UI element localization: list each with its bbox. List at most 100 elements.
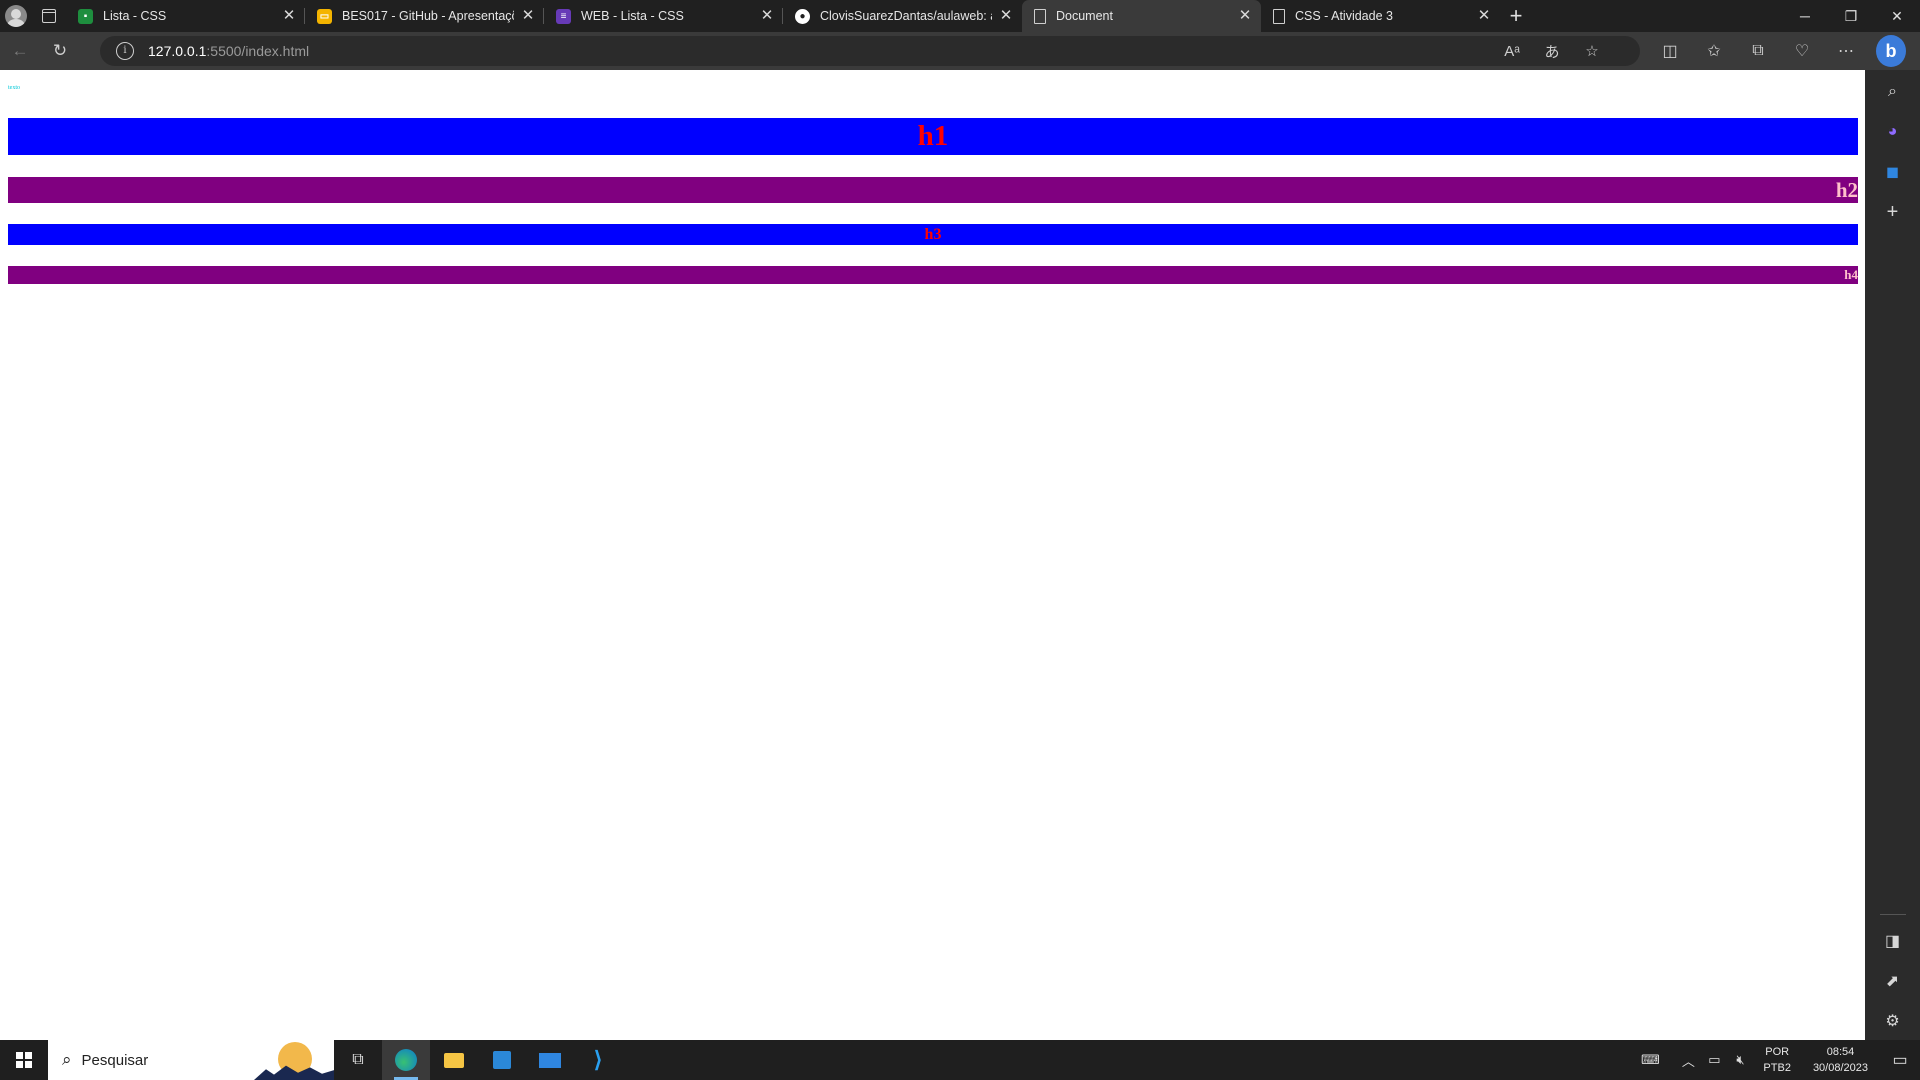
network-icon[interactable]: ▭: [1701, 1052, 1727, 1068]
sidebar-divider: [1880, 914, 1906, 915]
page-viewport: texto h1 h2 h3 h4: [0, 70, 1865, 1040]
edge-taskbar-button[interactable]: [382, 1040, 430, 1080]
language-code: POR: [1765, 1046, 1790, 1058]
clock-time: 08:54: [1826, 1046, 1855, 1058]
tab-actions-icon: [42, 9, 56, 23]
store-button[interactable]: [478, 1040, 526, 1080]
tab-title: CSS - Atividade 3: [1295, 9, 1393, 23]
tab-web-lista-css[interactable]: ≡ WEB - Lista - CSS ✕: [544, 0, 783, 32]
bing-copilot-icon[interactable]: b: [1876, 35, 1906, 67]
search-highlight-image: [254, 1040, 334, 1080]
tiny-text: texto: [8, 85, 20, 91]
search-icon: ⌕: [62, 1050, 72, 1069]
close-tab-icon[interactable]: ✕: [1237, 8, 1253, 24]
new-tab-button[interactable]: +: [1500, 0, 1532, 32]
sidebar-outlook-icon[interactable]: ◼: [1865, 152, 1920, 192]
restore-button[interactable]: ❐: [1828, 0, 1874, 32]
tab-css-atividade-3[interactable]: CSS - Atividade 3 ✕: [1261, 0, 1500, 32]
favorites-icon[interactable]: ✩: [1692, 41, 1736, 61]
more-menu-icon[interactable]: ⋯: [1824, 41, 1868, 61]
toolbar-right-icons: ◫ ✩ ⧉ ♡ ⋯: [1648, 32, 1868, 70]
page-icon: [1273, 8, 1285, 24]
yellow-slides-icon: ▭: [317, 8, 332, 24]
browser-essentials-icon[interactable]: ♡: [1780, 41, 1824, 61]
read-aloud-icon[interactable]: Aᵃ: [1492, 43, 1532, 60]
windows-logo-icon: [16, 1052, 32, 1068]
close-tab-icon[interactable]: ✕: [520, 8, 536, 24]
system-tray: ⌨ ︿ ▭ 🔇︎ POR PTB2 08:54 30/08/2023 ▭: [1625, 1040, 1920, 1080]
close-tab-icon[interactable]: ✕: [1476, 8, 1492, 24]
search-placeholder: Pesquisar: [81, 1051, 149, 1069]
language-indicator[interactable]: POR PTB2: [1763, 1044, 1791, 1076]
refresh-button[interactable]: ↻: [40, 32, 80, 70]
sidebar-search-icon[interactable]: ⌕: [1865, 72, 1920, 112]
window-controls: ─ ❐ ✕: [1782, 0, 1920, 32]
plus-icon: +: [1509, 3, 1523, 28]
notification-icon: ▭: [1892, 1052, 1908, 1069]
sidebar-settings-icon[interactable]: ⚙: [1865, 1001, 1920, 1041]
close-window-button[interactable]: ✕: [1874, 0, 1920, 32]
close-tab-icon[interactable]: ✕: [998, 8, 1014, 24]
store-icon: [493, 1051, 511, 1069]
task-view-button[interactable]: ⧉: [334, 1040, 382, 1080]
url-path: :5500/index.html: [206, 43, 310, 59]
url-host: 127.0.0.1: [148, 43, 207, 59]
sidebar-external-icon[interactable]: ⬈: [1865, 961, 1920, 1001]
heading-h1: h1: [8, 118, 1858, 155]
vscode-icon: ⟩: [593, 1047, 603, 1072]
close-tab-icon[interactable]: ✕: [759, 8, 775, 24]
tab-github-aulaweb[interactable]: ● ClovisSuarezDantas/aulaweb: aulas ✕: [783, 0, 1022, 32]
tab-strip: ▪ Lista - CSS ✕ ▭ BES017 - GitHub - Apre…: [0, 0, 1920, 32]
close-tab-icon[interactable]: ✕: [281, 8, 297, 24]
heading-h3: h3: [8, 224, 1858, 245]
refresh-icon: ↻: [52, 41, 68, 60]
mail-button[interactable]: [526, 1040, 574, 1080]
tab-document[interactable]: Document ✕: [1022, 0, 1261, 32]
github-icon: ●: [795, 8, 810, 24]
keyboard-layout: PTB2: [1763, 1062, 1791, 1074]
tab-actions-button[interactable]: [32, 0, 66, 32]
tab-title: WEB - Lista - CSS: [581, 9, 684, 23]
volume-muted-icon[interactable]: 🔇︎: [1727, 1052, 1753, 1068]
taskbar: ⌕ Pesquisar ⧉ ⟩ ⌨ ︿ ▭ 🔇︎ POR PTB2 08:54 …: [0, 1040, 1920, 1080]
green-sheet-icon: ▪: [78, 8, 93, 24]
address-bar[interactable]: i 127.0.0.1:5500/index.html Aᵃ あ ☆: [100, 36, 1640, 66]
sidebar-add-icon[interactable]: +: [1865, 192, 1920, 232]
sidebar-panel-icon[interactable]: ◨: [1865, 921, 1920, 961]
task-view-icon: ⧉: [352, 1051, 364, 1068]
clock[interactable]: 08:54 30/08/2023: [1813, 1044, 1868, 1076]
chevron-up-icon[interactable]: ︿: [1675, 1051, 1701, 1070]
translate-icon[interactable]: あ: [1532, 41, 1572, 62]
split-screen-icon[interactable]: ◫: [1648, 41, 1692, 61]
minimize-button[interactable]: ─: [1782, 0, 1828, 32]
edge-sidebar: ⌕ ◕ ◼ + ◨ ⬈ ⚙: [1865, 70, 1920, 1040]
edge-icon: [395, 1049, 417, 1071]
arrow-left-icon: ←: [11, 41, 29, 60]
vscode-button[interactable]: ⟩: [574, 1040, 622, 1080]
back-button[interactable]: ←: [0, 32, 40, 70]
tab-title: ClovisSuarezDantas/aulaweb: aulas: [820, 9, 992, 23]
page-icon: [1034, 8, 1046, 24]
clock-date: 30/08/2023: [1812, 1062, 1868, 1074]
file-explorer-button[interactable]: [430, 1040, 478, 1080]
tab-lista-css[interactable]: ▪ Lista - CSS ✕: [66, 0, 305, 32]
info-icon[interactable]: i: [116, 42, 134, 60]
collections-icon[interactable]: ⧉: [1736, 42, 1780, 60]
taskbar-search[interactable]: ⌕ Pesquisar: [48, 1040, 334, 1080]
tab-title: Lista - CSS: [103, 9, 167, 23]
mail-icon: [539, 1052, 561, 1068]
browser-toolbar: ← ↻ i 127.0.0.1:5500/index.html Aᵃ あ ☆ ◫…: [0, 32, 1920, 70]
tab-bes017-github[interactable]: ▭ BES017 - GitHub - Apresentações ✕: [305, 0, 544, 32]
address-bar-actions: Aᵃ あ ☆: [1492, 36, 1612, 66]
folder-icon: [444, 1052, 464, 1068]
favorite-star-icon[interactable]: ☆: [1572, 42, 1612, 60]
heading-h4: h4: [8, 266, 1858, 284]
start-button[interactable]: [0, 1040, 48, 1080]
heading-h2: h2: [8, 177, 1858, 203]
sidebar-copilot-icon[interactable]: ◕: [1865, 112, 1920, 152]
keyboard-icon[interactable]: ⌨: [1625, 1052, 1675, 1068]
tab-title: Document: [1056, 9, 1113, 23]
notification-button[interactable]: ▭: [1880, 1040, 1920, 1080]
profile-button[interactable]: [0, 0, 32, 32]
tab-title: BES017 - GitHub - Apresentações: [342, 9, 514, 23]
